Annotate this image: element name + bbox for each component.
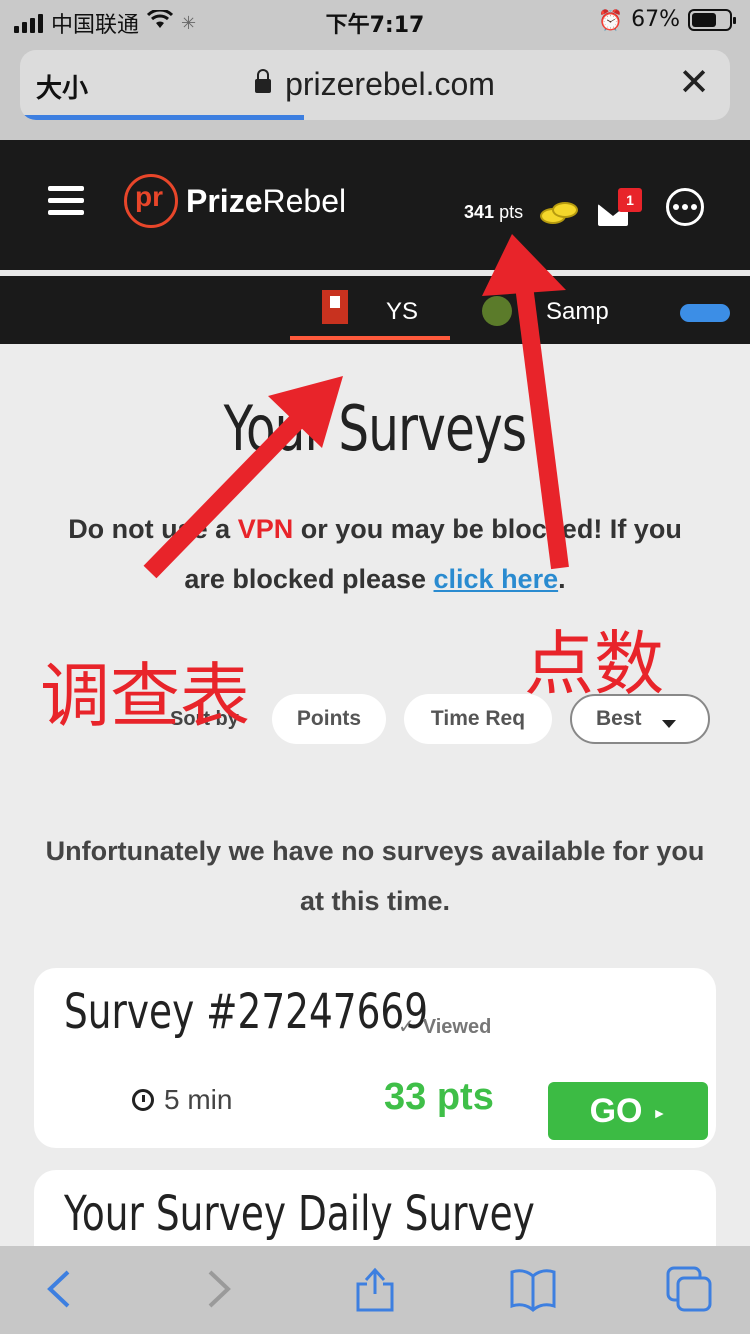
- url-text: prizerebel.com: [285, 66, 495, 102]
- browser-toolbar: [0, 1246, 750, 1334]
- chevron-down-icon: [662, 720, 676, 728]
- lock-icon: [255, 69, 272, 93]
- mail-badge: 1: [618, 188, 642, 212]
- forward-icon[interactable]: [194, 1264, 244, 1314]
- alarm-icon: ⏰: [598, 7, 624, 32]
- tab-samples[interactable]: Samp: [482, 276, 632, 340]
- tab-samples-label: Samp: [546, 298, 609, 325]
- survey-card[interactable]: Your Survey Daily Survey: [34, 1170, 716, 1246]
- status-bar: 中国联通 ✳ 下午7:17 ⏰ 67%: [0, 0, 750, 40]
- close-icon[interactable]: ✕: [678, 64, 710, 102]
- tabs-icon[interactable]: [664, 1264, 714, 1314]
- bookmarks-icon[interactable]: [508, 1264, 558, 1314]
- points-balance[interactable]: 341 pts: [464, 202, 523, 223]
- page-title: Your Surveys: [223, 392, 527, 465]
- vpn-notice: Do not use a VPN or you may be blocked! …: [68, 514, 682, 594]
- stopwatch-icon: [132, 1089, 154, 1111]
- sort-points-button[interactable]: Points: [272, 694, 386, 744]
- click-here-link[interactable]: click here: [434, 564, 559, 594]
- viewed-status: ✓ Viewed: [398, 1016, 492, 1038]
- menu-icon[interactable]: [48, 186, 84, 216]
- tab-surveys-label: YS: [386, 298, 419, 325]
- empty-message: Unfortunately we have no surveys availab…: [45, 836, 705, 916]
- survey-title: Your Survey Daily Survey: [64, 1186, 535, 1242]
- survey-points: 33 pts: [384, 1076, 494, 1118]
- logo-mark: pr: [124, 174, 178, 228]
- battery-icon: [688, 8, 736, 31]
- back-icon[interactable]: [34, 1264, 84, 1314]
- share-icon[interactable]: [350, 1264, 400, 1314]
- check-icon: ✓: [398, 1016, 415, 1038]
- sort-label: Sort by: [170, 708, 239, 730]
- sort-best-dropdown[interactable]: Best: [570, 694, 710, 744]
- battery-percent: 67%: [631, 7, 680, 32]
- more-options-icon[interactable]: [666, 188, 704, 226]
- play-arrow-icon: ►: [652, 1105, 667, 1122]
- url-field[interactable]: prizerebel.com: [20, 66, 730, 103]
- survey-title: Survey #27247669: [64, 984, 429, 1040]
- main-content: Your Surveys Do not use a VPN or you may…: [0, 344, 750, 1246]
- sort-bar: Sort by Points Time Req Best: [0, 692, 750, 748]
- site-header: pr PrizeRebel 341 pts 1: [0, 140, 750, 270]
- vpn-warning: VPN: [237, 514, 294, 544]
- section-tabs: YS Samp: [0, 276, 750, 344]
- sample-icon: [482, 296, 512, 326]
- sort-time-button[interactable]: Time Req: [404, 694, 552, 744]
- tab-surveys[interactable]: YS: [290, 276, 450, 340]
- browser-chrome: 中国联通 ✳ 下午7:17 ⏰ 67% 大小 prizerebel.com ✕: [0, 0, 750, 140]
- logo-text: PrizeRebel: [186, 182, 347, 219]
- tab-next-icon[interactable]: [680, 304, 730, 322]
- coins-icon: [540, 200, 580, 226]
- page-load-progress: [20, 115, 304, 120]
- go-button[interactable]: GO ►: [548, 1082, 708, 1140]
- prizerebel-logo[interactable]: pr PrizeRebel: [124, 174, 346, 228]
- address-bar[interactable]: 大小 prizerebel.com ✕: [20, 50, 730, 120]
- survey-card[interactable]: Survey #27247669 ✓ Viewed 5 min 33 pts GO…: [34, 968, 716, 1148]
- survey-duration: 5 min: [132, 1084, 232, 1116]
- bookmark-icon: [322, 290, 348, 324]
